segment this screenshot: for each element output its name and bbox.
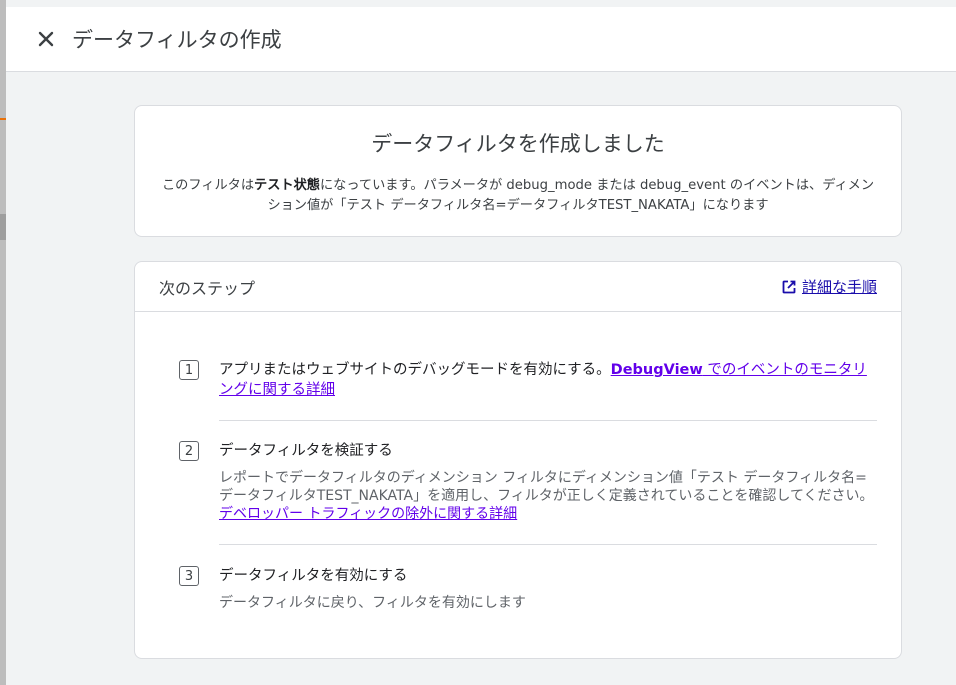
developer-traffic-link[interactable]: デベロッパー トラフィックの除外に関する詳細 [219, 506, 517, 522]
confirmation-title: データフィルタを作成しました [371, 132, 665, 156]
step-item-3: 3 データフィルタを有効にする データフィルタに戻り、フィルタを有効にします [179, 566, 877, 612]
step-number: 3 [179, 566, 199, 586]
step-title: データフィルタを検証する [219, 443, 393, 459]
close-button[interactable] [32, 25, 60, 53]
step-text-body: レポートでデータフィルタのディメンション フィルタにディメンション値「テスト デ… [219, 470, 874, 504]
description-status: テスト状態 [254, 178, 320, 193]
step-divider [219, 544, 877, 545]
background-panel-edge [0, 0, 6, 685]
step-description: アプリまたはウェブサイトのデバッグモードを有効にする。DebugView でのイ… [219, 360, 877, 400]
open-in-new-icon [782, 280, 796, 293]
dialog-header: データフィルタの作成 [6, 7, 956, 72]
step-number: 2 [179, 441, 199, 461]
link-strong-text: DebugView [610, 362, 703, 378]
next-steps-card: 次のステップ 詳細な手順 1 アプリまたはウェブサイトのデバッグモードを有効にす… [134, 261, 902, 659]
confirmation-description: このフィルタはテスト状態になっています。パラメータが debug_mode また… [159, 176, 877, 216]
detailed-steps-link[interactable]: 詳細な手順 [781, 276, 877, 297]
step-item-1: 1 アプリまたはウェブサイトのデバッグモードを有効にする。DebugView で… [179, 360, 877, 400]
description-text: このフィルタは [161, 178, 255, 193]
top-gap [6, 0, 956, 7]
step-title: データフィルタを有効にする [219, 568, 408, 584]
step-item-2: 2 データフィルタを検証する レポートでデータフィルタのディメンション フィルタ… [179, 441, 877, 523]
step-text: レポートでデータフィルタのディメンション フィルタにディメンション値「テスト デ… [219, 469, 877, 523]
step-text: データフィルタに戻り、フィルタを有効にします [219, 595, 526, 611]
description-text-rest: になっています。パラメータが debug_mode または debug_even… [267, 178, 875, 213]
step-divider [219, 420, 877, 421]
step-number: 1 [179, 360, 199, 380]
detailed-steps-label: 詳細な手順 [801, 278, 877, 296]
next-steps-title: 次のステップ [159, 278, 256, 298]
close-icon [38, 31, 54, 47]
background-accent-line [0, 118, 6, 120]
confirmation-card: データフィルタを作成しました このフィルタはテスト状態になっています。パラメータ… [134, 105, 902, 237]
background-tab-edge [0, 214, 6, 240]
step-title: アプリまたはウェブサイトのデバッグモードを有効にする。 [219, 362, 611, 378]
dialog-title: データフィルタの作成 [72, 28, 282, 52]
next-steps-header: 次のステップ 詳細な手順 [135, 262, 901, 312]
